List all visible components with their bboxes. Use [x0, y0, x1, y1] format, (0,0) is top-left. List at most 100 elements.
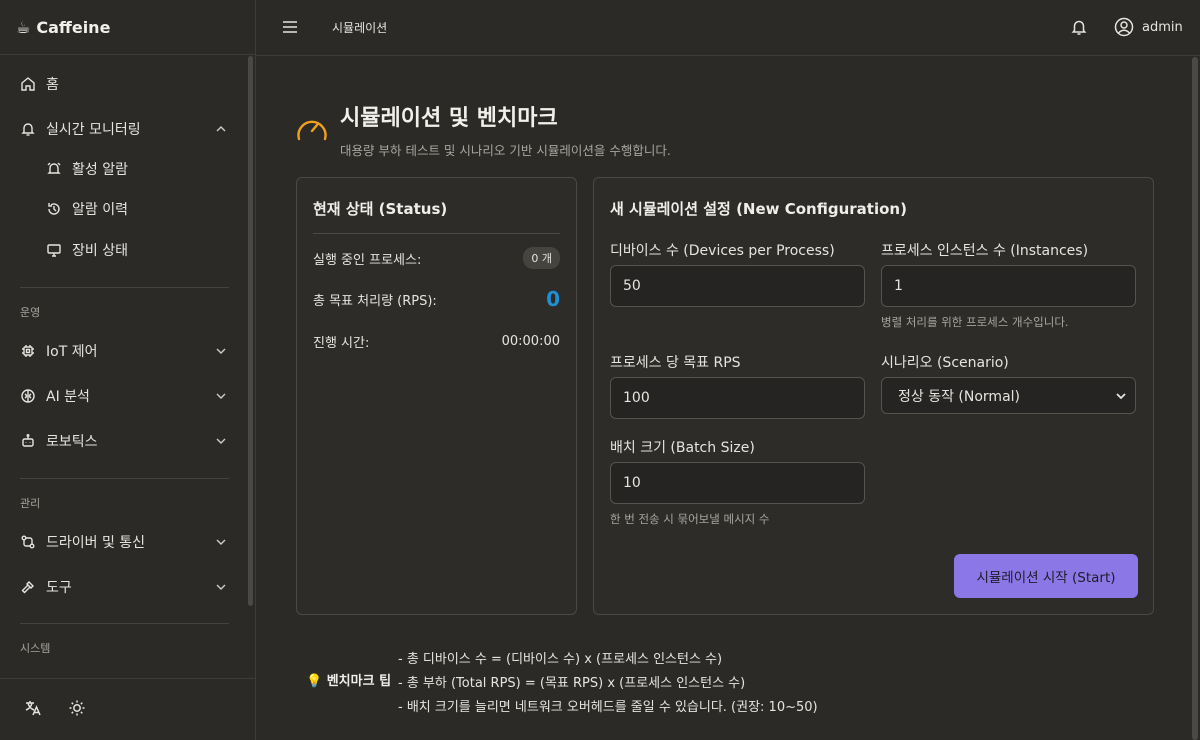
chevron-down-icon: [216, 584, 226, 590]
section-label-system: 시스템: [20, 642, 51, 655]
elapsed-time-label: 진행 시간:: [313, 335, 370, 351]
chip-icon: [20, 343, 36, 359]
sidebar-item-label: IoT 제어: [46, 344, 98, 360]
translate-icon[interactable]: [24, 699, 42, 721]
scenario-value: 정상 동작 (Normal): [898, 388, 1020, 405]
batch-value: 10: [623, 475, 641, 491]
username: admin: [1142, 19, 1183, 35]
sidebar-item-alarm-history[interactable]: 알람 이력: [0, 189, 248, 229]
elapsed-time-row: 진행 시간: 00:00:00: [313, 331, 560, 351]
monitor-icon: [46, 242, 62, 258]
sidebar-item-home[interactable]: 홈: [0, 64, 248, 104]
route-icon: [20, 534, 36, 550]
tip-line: - 배치 크기를 늘리면 네트워크 오버헤드를 줄일 수 있습니다. (권장: …: [398, 700, 818, 715]
instances-input[interactable]: 1: [881, 265, 1136, 307]
notification-bell-icon[interactable]: [1070, 18, 1088, 40]
sidebar-item-label: 도구: [46, 580, 72, 596]
instances-hint: 병렬 처리를 위한 프로세스 개수입니다.: [881, 315, 1069, 329]
topbar: 시뮬레이션 admin: [256, 0, 1200, 56]
robot-icon: [20, 433, 36, 449]
elapsed-time-value: 00:00:00: [501, 333, 560, 349]
sidebar-item-label: 홈: [46, 77, 59, 93]
chevron-down-icon: [216, 539, 226, 545]
batch-hint: 한 번 전송 시 묶어보낼 메시지 수: [610, 512, 770, 526]
sidebar-item-drivers[interactable]: 드라이버 및 통신: [0, 522, 248, 562]
sidebar-item-iot[interactable]: IoT 제어: [0, 331, 248, 371]
instances-label: 프로세스 인스턴스 수 (Instances): [881, 243, 1089, 259]
hammer-icon: [20, 579, 36, 595]
chevron-down-icon: [216, 348, 226, 354]
section-label-manage: 관리: [20, 497, 41, 510]
user-menu[interactable]: admin: [1114, 17, 1183, 37]
brain-icon: [20, 388, 36, 404]
target-rps-row: 총 목표 처리량 (RPS): 0: [313, 286, 560, 312]
divider: [20, 623, 229, 624]
sidebar-footer: [0, 678, 256, 740]
tips-list: - 총 디바이스 수 = (디바이스 수) x (프로세스 인스턴스 수) - …: [398, 648, 818, 720]
gauge-icon: [296, 115, 328, 147]
brand-name: Caffeine: [36, 17, 111, 37]
user-icon: [1114, 17, 1134, 37]
config-title: 새 시뮬레이션 설정 (New Configuration): [610, 200, 907, 218]
sidebar-scrollbar[interactable]: [248, 56, 253, 606]
sidebar-item-monitoring[interactable]: 실시간 모니터링: [0, 109, 248, 149]
sidebar-item-label: 실시간 모니터링: [46, 122, 141, 138]
sidebar-item-label: 활성 알람: [72, 162, 128, 178]
sidebar-item-label: 장비 상태: [72, 243, 128, 259]
theme-sun-icon[interactable]: [68, 699, 86, 721]
sidebar-item-robotics[interactable]: 로보틱스: [0, 421, 248, 461]
running-processes-row: 실행 중인 프로세스: 0 개: [313, 247, 560, 269]
tip-line: - 총 부하 (Total RPS) = (목표 RPS) x (프로세스 인스…: [398, 676, 746, 691]
chevron-down-icon: [216, 438, 226, 444]
devices-label: 디바이스 수 (Devices per Process): [610, 243, 835, 259]
chevron-down-icon: [1116, 392, 1126, 399]
tip-line: - 총 디바이스 수 = (디바이스 수) x (프로세스 인스턴스 수): [398, 652, 723, 667]
sidebar-item-label: 로보틱스: [46, 434, 98, 450]
history-icon: [46, 201, 62, 217]
divider: [20, 287, 229, 288]
sidebar-item-tools[interactable]: 도구: [0, 567, 248, 607]
chevron-down-icon: [216, 393, 226, 399]
rps-label: 프로세스 당 목표 RPS: [610, 355, 741, 371]
rps-value: 100: [623, 390, 650, 406]
running-processes-badge: 0 개: [523, 247, 560, 269]
devices-value: 50: [623, 278, 641, 294]
menu-icon[interactable]: [282, 19, 298, 35]
page-subtitle: 대용량 부하 테스트 및 시나리오 기반 시뮬레이션을 수행합니다.: [340, 143, 671, 158]
sidebar: ☕ Caffeine 홈 실시간 모니터링 활성 알람 알람 이력 장비 상태 …: [0, 0, 256, 740]
chevron-up-icon: [216, 126, 226, 132]
start-simulation-button[interactable]: 시뮬레이션 시작 (Start): [954, 554, 1138, 598]
batch-input[interactable]: 10: [610, 462, 865, 504]
divider: [313, 233, 560, 234]
instances-value: 1: [894, 278, 903, 294]
breadcrumb: 시뮬레이션: [332, 21, 388, 35]
bell-icon: [20, 121, 36, 137]
page-title: 시뮬레이션 및 벤치마크: [340, 106, 558, 131]
section-label-operation: 운영: [20, 306, 41, 319]
divider: [20, 478, 229, 479]
scenario-label: 시나리오 (Scenario): [881, 355, 1009, 371]
running-processes-label: 실행 중인 프로세스:: [313, 252, 422, 268]
alarm-bell-icon: [46, 161, 62, 177]
devices-input[interactable]: 50: [610, 265, 865, 307]
brand[interactable]: ☕ Caffeine: [0, 0, 255, 55]
status-title: 현재 상태 (Status): [313, 200, 448, 218]
status-card: 현재 상태 (Status) 실행 중인 프로세스: 0 개 총 목표 처리량 …: [296, 177, 577, 615]
sidebar-item-label: AI 분석: [46, 389, 90, 405]
batch-label: 배치 크기 (Batch Size): [610, 440, 755, 456]
target-rps-value: 0: [546, 287, 560, 311]
sidebar-item-device-status[interactable]: 장비 상태: [0, 230, 248, 270]
coffee-icon: ☕: [16, 17, 31, 37]
sidebar-item-ai[interactable]: AI 분석: [0, 376, 248, 416]
sidebar-item-label: 드라이버 및 통신: [46, 535, 146, 551]
tips-title: 💡 벤치마크 팁: [306, 674, 392, 689]
config-card: 새 시뮬레이션 설정 (New Configuration) 디바이스 수 (D…: [593, 177, 1154, 615]
sidebar-item-active-alarms[interactable]: 활성 알람: [0, 149, 248, 189]
target-rps-label: 총 목표 처리량 (RPS):: [313, 293, 437, 309]
sidebar-nav: 홈 실시간 모니터링 활성 알람 알람 이력 장비 상태 운영 IoT 제어 A…: [0, 56, 248, 678]
home-icon: [20, 76, 36, 92]
rps-input[interactable]: 100: [610, 377, 865, 419]
sidebar-item-label: 알람 이력: [72, 202, 128, 218]
main-scrollbar[interactable]: [1192, 57, 1198, 740]
scenario-select[interactable]: 정상 동작 (Normal): [881, 377, 1136, 414]
